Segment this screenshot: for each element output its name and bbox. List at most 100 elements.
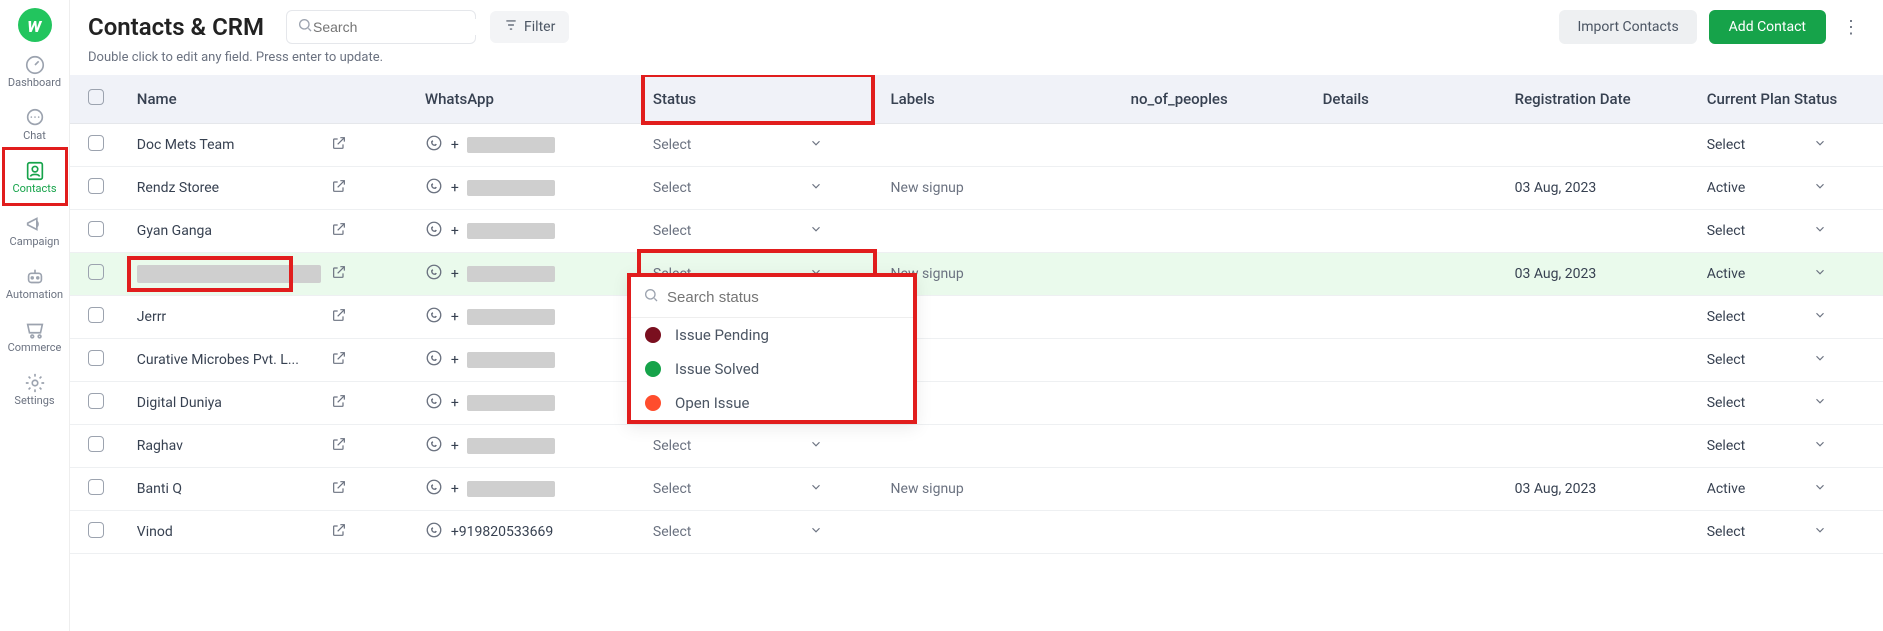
open-contact-icon[interactable]: [331, 307, 347, 327]
filter-button[interactable]: Filter: [490, 11, 569, 43]
row-checkbox[interactable]: [88, 264, 104, 280]
sidebar-item-campaign[interactable]: Campaign: [5, 203, 65, 256]
details-cell[interactable]: [1309, 210, 1501, 253]
plan-select[interactable]: Active: [1707, 179, 1827, 197]
labels-cell[interactable]: [877, 210, 1117, 253]
open-contact-icon[interactable]: [331, 436, 347, 456]
details-cell[interactable]: [1309, 425, 1501, 468]
table-row[interactable]: Doc Mets Team+SelectSelect: [70, 124, 1883, 167]
details-cell[interactable]: [1309, 339, 1501, 382]
sidebar-item-automation[interactable]: Automation: [5, 256, 65, 309]
col-status[interactable]: Status: [639, 75, 877, 124]
open-contact-icon[interactable]: [331, 135, 347, 155]
details-cell[interactable]: [1309, 167, 1501, 210]
details-cell[interactable]: [1309, 468, 1501, 511]
nop-cell[interactable]: [1117, 167, 1309, 210]
nop-cell[interactable]: [1117, 339, 1309, 382]
registration-date-cell[interactable]: 03 Aug, 2023: [1501, 167, 1693, 210]
nop-cell[interactable]: [1117, 124, 1309, 167]
col-whatsapp[interactable]: WhatsApp: [411, 75, 639, 124]
status-option[interactable]: Issue Solved: [631, 352, 913, 386]
plan-select[interactable]: Select: [1707, 351, 1827, 369]
row-checkbox[interactable]: [88, 135, 104, 151]
import-contacts-button[interactable]: Import Contacts: [1559, 10, 1696, 44]
registration-date-cell[interactable]: [1501, 382, 1693, 425]
nop-cell[interactable]: [1117, 253, 1309, 296]
status-search-input[interactable]: [667, 289, 901, 306]
add-contact-button[interactable]: Add Contact: [1709, 10, 1826, 44]
col-labels[interactable]: Labels: [877, 75, 1117, 124]
registration-date-cell[interactable]: [1501, 339, 1693, 382]
sidebar-item-contacts[interactable]: Contacts: [5, 150, 65, 203]
plan-select[interactable]: Select: [1707, 136, 1827, 154]
nop-cell[interactable]: [1117, 210, 1309, 253]
registration-date-cell[interactable]: [1501, 210, 1693, 253]
whatsapp-cell[interactable]: +: [425, 134, 625, 156]
table-row[interactable]: Digital Duniya+SelectSelect: [70, 382, 1883, 425]
col-registration-date[interactable]: Registration Date: [1501, 75, 1693, 124]
row-checkbox[interactable]: [88, 350, 104, 366]
details-cell[interactable]: [1309, 511, 1501, 554]
plan-select[interactable]: Select: [1707, 523, 1827, 541]
open-contact-icon[interactable]: [331, 264, 347, 284]
registration-date-cell[interactable]: 03 Aug, 2023: [1501, 468, 1693, 511]
whatsapp-cell[interactable]: +: [425, 177, 625, 199]
registration-date-cell[interactable]: [1501, 511, 1693, 554]
plan-select[interactable]: Active: [1707, 480, 1827, 498]
nop-cell[interactable]: [1117, 425, 1309, 468]
open-contact-icon[interactable]: [331, 522, 347, 542]
open-contact-icon[interactable]: [331, 221, 347, 241]
labels-cell[interactable]: [877, 425, 1117, 468]
status-option[interactable]: Issue Pending: [631, 318, 913, 352]
labels-cell[interactable]: New signup: [877, 468, 1117, 511]
plan-select[interactable]: Select: [1707, 308, 1827, 326]
nop-cell[interactable]: [1117, 296, 1309, 339]
open-contact-icon[interactable]: [331, 178, 347, 198]
whatsapp-cell[interactable]: +: [425, 349, 625, 371]
table-row[interactable]: Banti Q+SelectNew signup03 Aug, 2023Acti…: [70, 468, 1883, 511]
whatsapp-cell[interactable]: +: [425, 306, 625, 328]
select-all-checkbox[interactable]: [88, 89, 104, 105]
table-row[interactable]: Jerrr+SelectSelect: [70, 296, 1883, 339]
search-input[interactable]: [313, 19, 494, 35]
status-select[interactable]: Select: [653, 437, 823, 455]
nop-cell[interactable]: [1117, 511, 1309, 554]
sidebar-item-settings[interactable]: Settings: [5, 362, 65, 415]
details-cell[interactable]: [1309, 253, 1501, 296]
labels-cell[interactable]: [877, 511, 1117, 554]
sidebar-item-chat[interactable]: Chat: [5, 97, 65, 150]
search-input-wrap[interactable]: [286, 10, 476, 44]
labels-cell[interactable]: New signup: [877, 167, 1117, 210]
status-option[interactable]: Open Issue: [631, 386, 913, 420]
table-row[interactable]: Vinod+919820533669SelectSelect: [70, 511, 1883, 554]
whatsapp-cell[interactable]: +: [425, 392, 625, 414]
row-checkbox[interactable]: [88, 479, 104, 495]
row-checkbox[interactable]: [88, 307, 104, 323]
open-contact-icon[interactable]: [331, 479, 347, 499]
table-row[interactable]: +SelectNew signup03 Aug, 2023Active: [70, 253, 1883, 296]
labels-cell[interactable]: [877, 124, 1117, 167]
status-select[interactable]: Select: [653, 136, 823, 154]
col-no-of-peoples[interactable]: no_of_peoples: [1117, 75, 1309, 124]
nop-cell[interactable]: [1117, 382, 1309, 425]
plan-select[interactable]: Select: [1707, 222, 1827, 240]
plan-select[interactable]: Select: [1707, 394, 1827, 412]
whatsapp-cell[interactable]: +: [425, 263, 625, 285]
sidebar-item-dashboard[interactable]: Dashboard: [5, 44, 65, 97]
whatsapp-cell[interactable]: +: [425, 220, 625, 242]
row-checkbox[interactable]: [88, 393, 104, 409]
col-plan-status[interactable]: Current Plan Status: [1693, 75, 1883, 124]
table-row[interactable]: Raghav+SelectSelect: [70, 425, 1883, 468]
open-contact-icon[interactable]: [331, 350, 347, 370]
registration-date-cell[interactable]: 03 Aug, 2023: [1501, 253, 1693, 296]
col-name[interactable]: Name: [123, 75, 411, 124]
registration-date-cell[interactable]: [1501, 124, 1693, 167]
table-row[interactable]: Rendz Storee+SelectNew signup03 Aug, 202…: [70, 167, 1883, 210]
status-select[interactable]: Select: [653, 179, 823, 197]
whatsapp-cell[interactable]: +919820533669: [425, 521, 625, 543]
row-checkbox[interactable]: [88, 178, 104, 194]
details-cell[interactable]: [1309, 124, 1501, 167]
row-checkbox[interactable]: [88, 522, 104, 538]
nop-cell[interactable]: [1117, 468, 1309, 511]
table-row[interactable]: Curative Microbes Pvt. L...+SelectSelect: [70, 339, 1883, 382]
